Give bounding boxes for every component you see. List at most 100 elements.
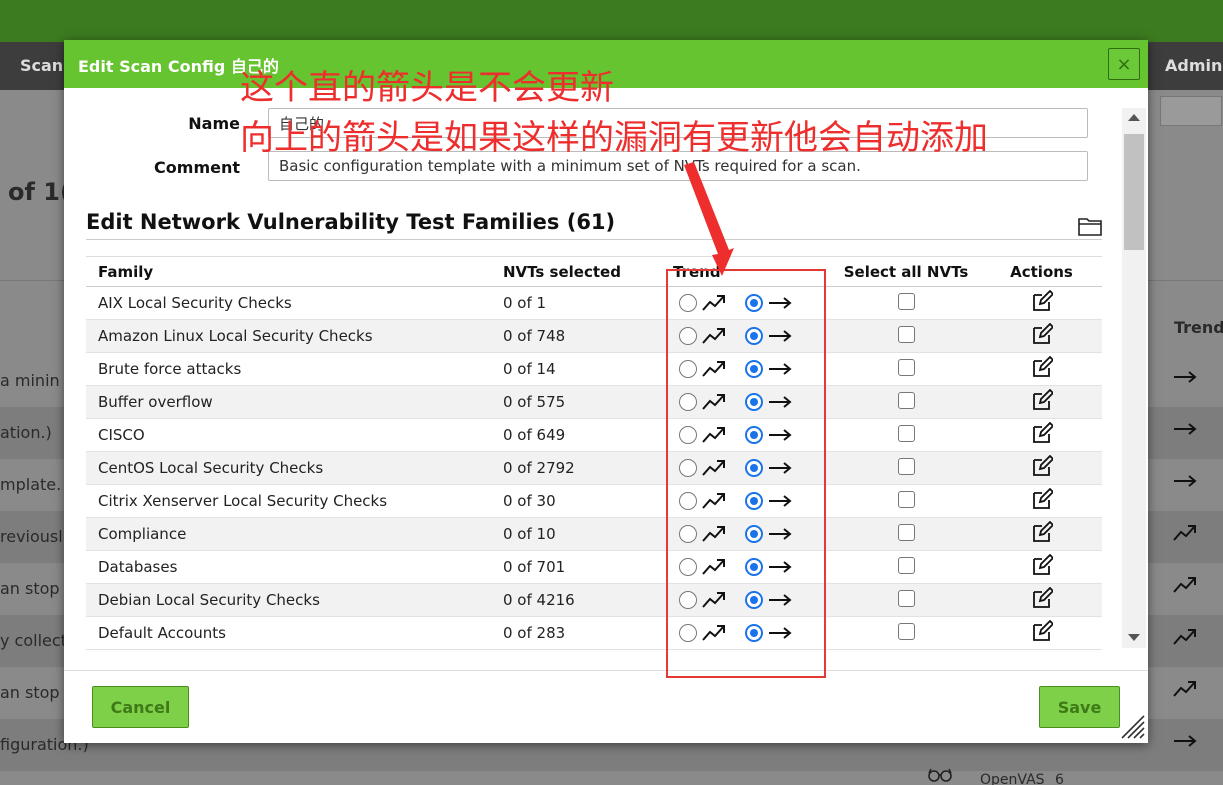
- family-name: AIX Local Security Checks: [86, 286, 491, 320]
- select-all-checkbox[interactable]: [897, 292, 915, 310]
- nvts-selected: 0 of 283: [491, 616, 661, 650]
- annotation-highlight-box: [666, 269, 826, 678]
- edit-icon[interactable]: [1031, 289, 1054, 312]
- background-row-text: mplate.: [0, 475, 62, 494]
- scroll-up-icon[interactable]: [1128, 114, 1140, 121]
- table-row: CISCO 0 of 649: [86, 418, 1102, 452]
- family-name: Debian Local Security Checks: [86, 583, 491, 617]
- nvts-selected: 0 of 748: [491, 319, 661, 353]
- arrow-right-icon: [1172, 731, 1198, 757]
- background-item-count: of 1(: [8, 178, 71, 206]
- table-row: Databases 0 of 701: [86, 550, 1102, 584]
- table-row: Buffer overflow 0 of 575: [86, 385, 1102, 419]
- background-row-text: a minin: [0, 371, 60, 390]
- nvts-selected: 0 of 701: [491, 550, 661, 584]
- dialog-scrollbar[interactable]: [1122, 108, 1146, 648]
- nvts-selected: 0 of 649: [491, 418, 661, 452]
- table-row: Compliance 0 of 10: [86, 517, 1102, 551]
- nvts-selected: 0 of 14: [491, 352, 661, 386]
- family-name: Citrix Xenserver Local Security Checks: [86, 484, 491, 518]
- table-row: Debian Local Security Checks 0 of 4216: [86, 583, 1102, 617]
- nvts-selected: 0 of 10: [491, 517, 661, 551]
- background-row-text: ation.): [0, 423, 52, 442]
- select-all-checkbox[interactable]: [897, 589, 915, 607]
- family-name: Brute force attacks: [86, 352, 491, 386]
- family-name: Amazon Linux Local Security Checks: [86, 319, 491, 353]
- family-name: Buffer overflow: [86, 385, 491, 419]
- edit-icon[interactable]: [1031, 586, 1054, 609]
- edit-icon[interactable]: [1031, 322, 1054, 345]
- column-header-nvts-selected[interactable]: NVTs selected: [491, 256, 661, 287]
- family-name: Compliance: [86, 517, 491, 551]
- scroll-down-icon[interactable]: [1128, 634, 1140, 641]
- close-button[interactable]: ×: [1108, 48, 1140, 80]
- table-row: Amazon Linux Local Security Checks 0 of 7…: [86, 319, 1102, 353]
- families-table: Family NVTs selected Trend Select all NV…: [86, 256, 1102, 650]
- table-row: AIX Local Security Checks 0 of 1: [86, 286, 1102, 320]
- table-row: Citrix Xenserver Local Security Checks 0 …: [86, 484, 1102, 518]
- arrow-right-icon: [1172, 419, 1198, 445]
- cancel-button[interactable]: Cancel: [92, 686, 189, 728]
- edit-icon[interactable]: [1031, 388, 1054, 411]
- select-all-checkbox[interactable]: [897, 325, 915, 343]
- background-filter-input[interactable]: [1160, 96, 1222, 126]
- arrow-right-icon: [1172, 367, 1198, 393]
- save-button[interactable]: Save: [1039, 686, 1120, 728]
- background-row-text: an stop: [0, 579, 60, 598]
- table-row: Default Accounts 0 of 283: [86, 616, 1102, 650]
- glasses-icon: [928, 768, 952, 782]
- background-row-text: y collect: [0, 631, 67, 650]
- family-name: Databases: [86, 550, 491, 584]
- trend-up-icon: [1172, 627, 1198, 653]
- background-row-text: an stop: [0, 683, 60, 702]
- edit-icon[interactable]: [1031, 487, 1054, 510]
- select-all-checkbox[interactable]: [897, 358, 915, 376]
- column-header-family[interactable]: Family: [86, 256, 491, 287]
- select-all-checkbox[interactable]: [897, 391, 915, 409]
- trend-up-icon: [1172, 679, 1198, 705]
- section-title: Edit Network Vulnerability Test Families…: [86, 210, 616, 234]
- background-trend-header: Trend: [1174, 318, 1223, 337]
- select-all-checkbox[interactable]: [897, 556, 915, 574]
- table-row: CentOS Local Security Checks 0 of 2792: [86, 451, 1102, 485]
- nvts-selected: 0 of 4216: [491, 583, 661, 617]
- arrow-right-icon: [1172, 471, 1198, 497]
- resize-grip-icon[interactable]: [1118, 712, 1146, 740]
- nvts-selected: 0 of 2792: [491, 451, 661, 485]
- select-all-checkbox[interactable]: [897, 523, 915, 541]
- column-header-select-all: Select all NVTs: [831, 256, 981, 287]
- edit-icon[interactable]: [1031, 421, 1054, 444]
- edit-icon[interactable]: [1031, 454, 1054, 477]
- family-name: CentOS Local Security Checks: [86, 451, 491, 485]
- family-name: CISCO: [86, 418, 491, 452]
- scroll-thumb[interactable]: [1124, 134, 1144, 250]
- divider: [64, 670, 1148, 671]
- table-header-row: Family NVTs selected Trend Select all NV…: [86, 256, 1102, 287]
- column-header-actions: Actions: [981, 256, 1102, 287]
- select-all-checkbox[interactable]: [897, 622, 915, 640]
- annotation-line-2: 向上的箭头是如果这样的漏洞有更新他会自动添加: [240, 118, 988, 158]
- trend-up-icon: [1172, 523, 1198, 549]
- background-row-text: reviousl: [0, 527, 63, 546]
- edit-icon[interactable]: [1031, 520, 1054, 543]
- trend-up-icon: [1172, 575, 1198, 601]
- edit-icon[interactable]: [1031, 355, 1054, 378]
- background-openvas-label: OpenVAS: [980, 772, 1045, 785]
- table-row: Brute force attacks 0 of 14: [86, 352, 1102, 386]
- edit-icon[interactable]: [1031, 553, 1054, 576]
- edit-icon[interactable]: [1031, 619, 1054, 642]
- select-all-checkbox[interactable]: [897, 424, 915, 442]
- divider: [86, 239, 1102, 240]
- app-top-bar: [0, 0, 1223, 42]
- nav-item-scans[interactable]: Scan: [20, 56, 63, 75]
- select-all-checkbox[interactable]: [897, 490, 915, 508]
- nvts-selected: 0 of 30: [491, 484, 661, 518]
- select-all-checkbox[interactable]: [897, 457, 915, 475]
- folder-icon[interactable]: [1078, 216, 1102, 236]
- family-name: Default Accounts: [86, 616, 491, 650]
- annotation-line-1: 这个直的箭头是不会更新: [240, 68, 614, 108]
- nav-item-admin[interactable]: Admin: [1165, 56, 1222, 75]
- background-number: 6: [1055, 772, 1064, 785]
- name-label: Name: [188, 114, 240, 133]
- comment-label: Comment: [154, 158, 240, 177]
